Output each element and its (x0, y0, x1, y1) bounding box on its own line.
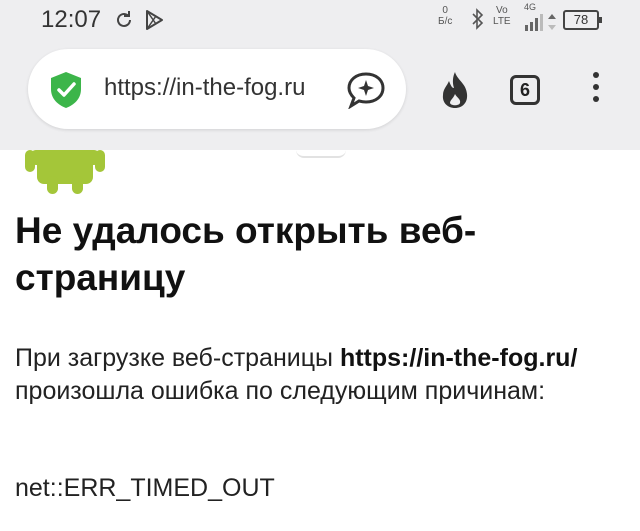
tab-switcher-button[interactable]: 6 (510, 75, 540, 105)
error-heading: Не удалось открыть веб-страницу (15, 210, 477, 298)
pull-refresh-indicator (296, 150, 346, 158)
failed-url: https://in-the-fog.ru/ (339, 344, 578, 372)
overflow-menu-icon[interactable] (588, 72, 604, 108)
battery-indicator: 78 (563, 10, 602, 30)
error-code: net::ERR_TIMED_OUT (15, 474, 275, 502)
url-text[interactable]: https://in-the-fog.ru (104, 74, 305, 102)
address-bar[interactable]: https://in-the-fog.ru (28, 49, 406, 129)
signal-icon (525, 14, 543, 31)
volte-indicator: Vo LTE (493, 5, 511, 27)
bluetooth-icon (472, 8, 484, 30)
status-bar: 12:07 0 Б/с Vo LTE 4G 78 (0, 0, 640, 44)
net-speed: 0 Б/с (438, 5, 453, 27)
play-store-icon (146, 10, 163, 30)
sync-icon (117, 11, 131, 27)
secure-shield-icon (51, 72, 81, 108)
error-description: При загрузке веб-страницы https://in-the… (15, 344, 578, 405)
browser-chrome: 12:07 0 Б/с Vo LTE 4G 78 https://in-the-… (0, 0, 640, 150)
ai-assistant-icon[interactable] (346, 71, 386, 109)
data-transfer-icon (548, 14, 556, 30)
clock: 12:07 (41, 6, 102, 33)
android-robot-icon (25, 150, 105, 194)
fire-icon[interactable] (437, 70, 473, 110)
